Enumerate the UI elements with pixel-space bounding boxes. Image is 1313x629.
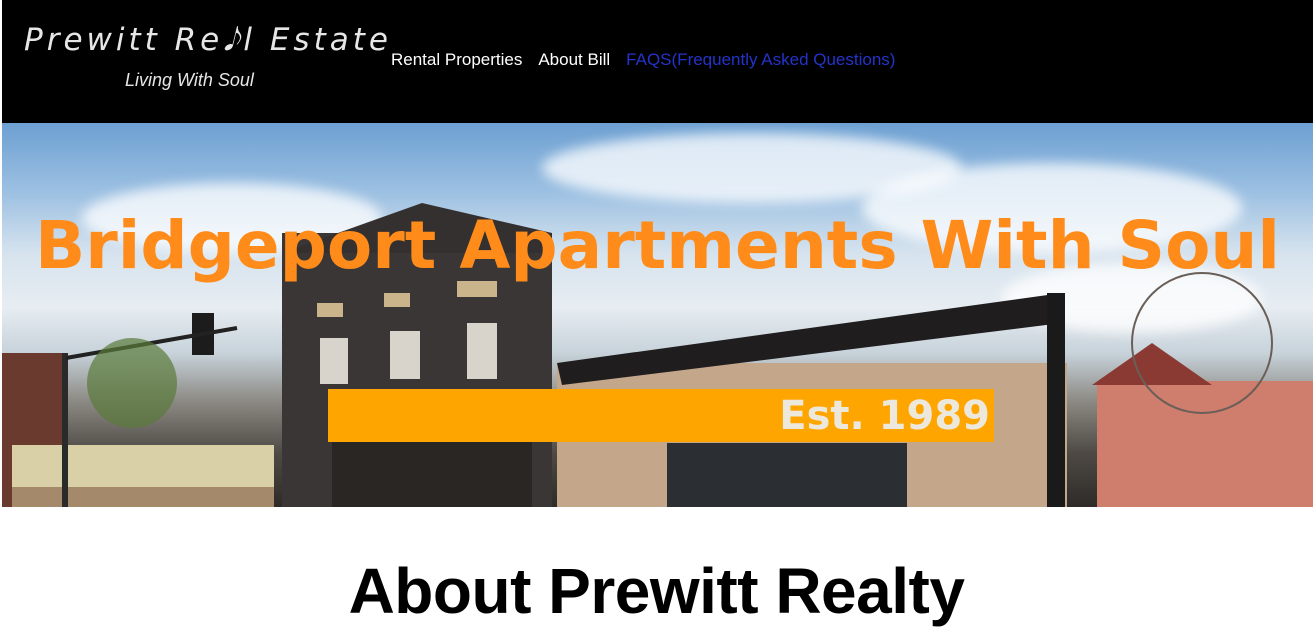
- nav-about-bill[interactable]: About Bill: [538, 50, 610, 70]
- hero-title: Bridgeport Apartments With Soul: [34, 207, 1281, 284]
- main-nav: Rental Properties About Bill FAQS(Freque…: [391, 50, 895, 70]
- logo-title: Prewitt Re𝅘𝅥𝅮l Estate: [24, 22, 392, 58]
- nav-faqs[interactable]: FAQS(Frequently Asked Questions): [626, 50, 895, 70]
- logo-tagline: Living With Soul: [125, 70, 254, 90]
- hero-banner: Bridgeport Apartments With Soul Est. 198…: [2, 123, 1313, 507]
- nav-rental-properties[interactable]: Rental Properties: [391, 50, 522, 70]
- about-heading: About Prewitt Realty: [348, 555, 965, 627]
- established-text: Est. 1989: [779, 393, 990, 439]
- site-header: Prewitt Re𝅘𝅥𝅮l Estate Living With Soul R…: [2, 0, 1313, 123]
- established-banner: Est. 1989: [328, 389, 994, 442]
- hero-street-scene: [2, 203, 1313, 507]
- site-logo[interactable]: Prewitt Re𝅘𝅥𝅮l Estate Living With Soul: [24, 20, 392, 91]
